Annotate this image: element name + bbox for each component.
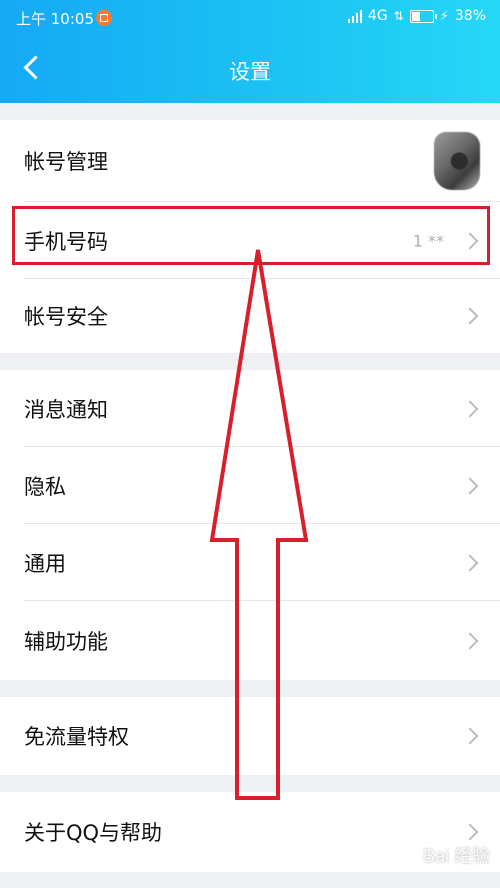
battery-percent: 38% — [454, 8, 486, 24]
watermark: Bai 经验 — [422, 846, 490, 866]
row-general[interactable]: 通用 — [0, 524, 500, 601]
highlight-box — [12, 206, 490, 265]
row-notifications[interactable]: 消息通知 — [0, 370, 500, 447]
data-transfer-icon: ⇅ — [393, 9, 404, 23]
row-accessibility[interactable]: 辅助功能 — [0, 601, 500, 680]
row-free-traffic[interactable]: 免流量特权 — [0, 697, 500, 775]
row-account-security[interactable]: 帐号安全 — [0, 279, 500, 353]
chevron-right-icon — [461, 632, 479, 649]
chevron-right-icon — [461, 727, 479, 745]
chevron-right-icon — [461, 400, 479, 417]
chevron-right-icon — [461, 554, 479, 571]
charging-icon: ⚡ — [439, 8, 449, 24]
row-label: 免流量特权 — [24, 725, 129, 749]
page-title: 设置 — [229, 60, 271, 84]
row-label: 帐号安全 — [24, 305, 108, 329]
chevron-right-icon — [461, 477, 479, 494]
header-bar: 上午 10:05 4G ⇅ ⚡ 38% 设置 — [0, 0, 500, 103]
network-type: 4G — [367, 8, 388, 24]
status-bar: 上午 10:05 4G ⇅ ⚡ 38% — [0, 0, 500, 36]
row-label: 通用 — [24, 551, 66, 576]
row-label: 关于QQ与帮助 — [24, 821, 163, 845]
chevron-right-icon — [461, 307, 479, 325]
chevron-right-icon — [461, 823, 479, 841]
row-privacy[interactable]: 隐私 — [0, 447, 500, 524]
status-time: 上午 10:05 — [16, 10, 94, 28]
signal-icon — [347, 9, 362, 23]
status-right: 4G ⇅ ⚡ 38% — [347, 8, 486, 24]
battery-icon — [409, 9, 437, 23]
notification-icon — [96, 10, 112, 26]
row-label: 帐号管理 — [24, 150, 108, 174]
row-account-manage[interactable]: 帐号管理 — [0, 120, 500, 202]
row-label: 隐私 — [24, 474, 66, 499]
row-label: 辅助功能 — [24, 629, 108, 654]
row-label: 消息通知 — [24, 397, 108, 422]
avatar — [434, 132, 480, 190]
